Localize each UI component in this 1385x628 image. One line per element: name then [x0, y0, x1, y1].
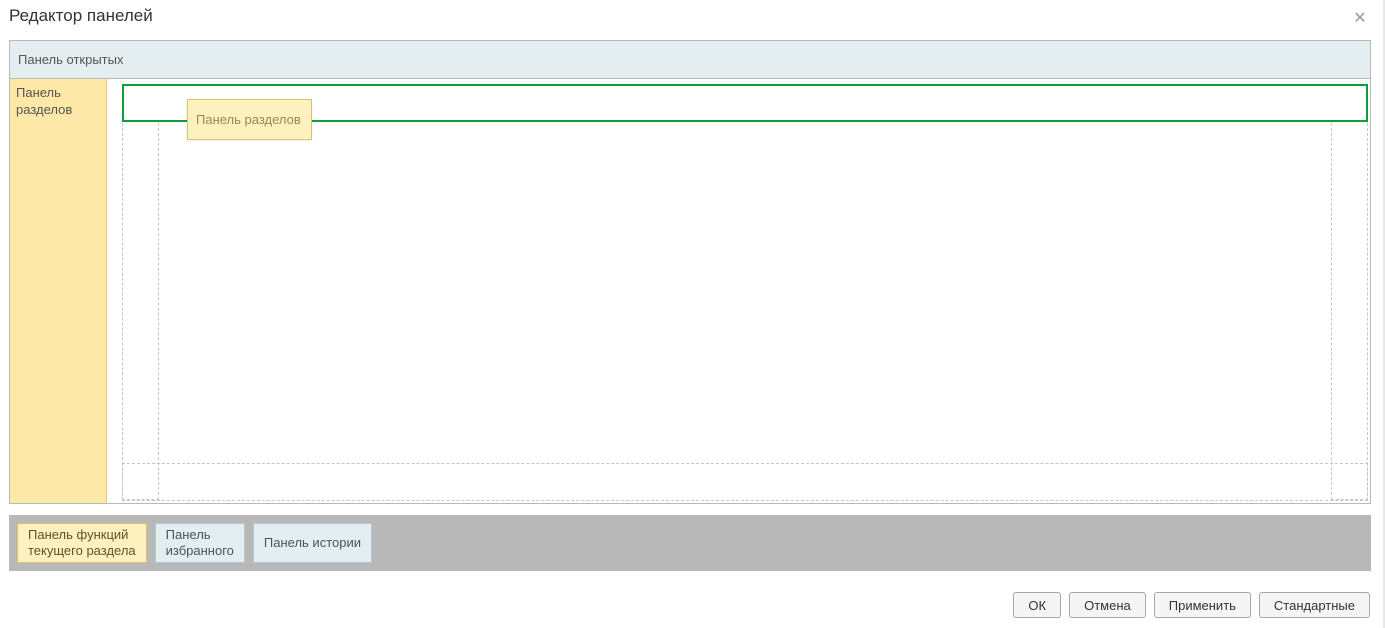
- active-drop-target[interactable]: [122, 84, 1368, 122]
- layout-editor-frame: Панель открытых Панель разделов: [9, 40, 1371, 504]
- drop-zone-right[interactable]: [1331, 123, 1368, 500]
- palette-chip-history[interactable]: Панель истории: [253, 523, 372, 563]
- chip-label: избранного: [166, 543, 234, 559]
- apply-button[interactable]: Применить: [1154, 592, 1251, 618]
- chip-label: Панель функций: [28, 527, 136, 543]
- chip-label: Панель: [166, 527, 234, 543]
- palette-chip-functions[interactable]: Панель функций текущего раздела: [17, 523, 147, 563]
- palette-strip: Панель функций текущего раздела Панель и…: [9, 515, 1371, 571]
- cancel-button[interactable]: Отмена: [1069, 592, 1146, 618]
- close-icon[interactable]: ✕: [1351, 10, 1369, 28]
- drop-zone-bottom[interactable]: [122, 463, 1368, 501]
- left-panel-slot-label: Панель разделов: [16, 85, 72, 117]
- ok-button[interactable]: ОК: [1013, 592, 1061, 618]
- top-panel-slot-label: Панель открытых: [18, 52, 123, 67]
- palette-chip-favorites[interactable]: Панель избранного: [155, 523, 245, 563]
- footer-buttons: ОК Отмена Применить Стандартные: [1013, 592, 1370, 618]
- drop-zone-left[interactable]: [122, 123, 159, 500]
- chip-label: текущего раздела: [28, 543, 136, 559]
- left-panel-slot[interactable]: Панель разделов: [10, 79, 107, 503]
- standard-button[interactable]: Стандартные: [1259, 592, 1370, 618]
- main-drop-area[interactable]: [107, 79, 1370, 503]
- window-title: Редактор панелей: [9, 6, 153, 26]
- top-panel-slot[interactable]: Панель открытых: [10, 41, 1370, 79]
- chip-label: Панель истории: [264, 535, 361, 551]
